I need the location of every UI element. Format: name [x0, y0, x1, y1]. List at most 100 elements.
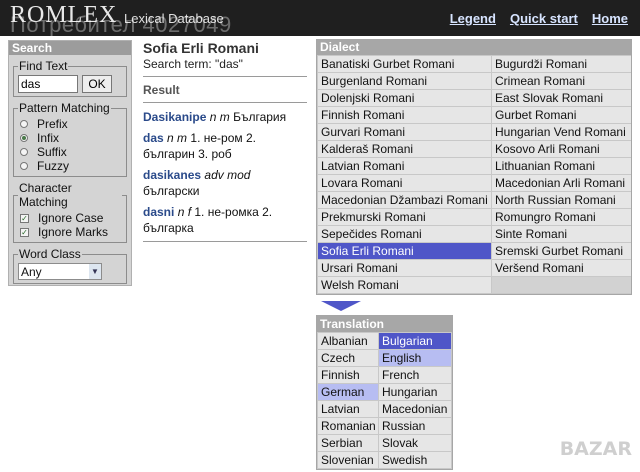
translation-grid: Albanian Bulgarian Czech English Finnish Fren…	[317, 332, 452, 469]
dialect-option[interactable]: Kalderaš Romani	[318, 141, 491, 157]
entry-headword[interactable]: das	[143, 131, 164, 145]
pattern-suffix-label: Suffix	[37, 145, 67, 159]
entry-pos: n m	[167, 131, 188, 145]
translation-language-option[interactable]: English	[379, 350, 451, 366]
dialect-option[interactable]: Macedonian Arli Romani	[492, 175, 631, 191]
dialect-option[interactable]: Dolenjski Romani	[318, 90, 491, 106]
radio-icon[interactable]	[20, 120, 28, 128]
pattern-prefix-label: Prefix	[37, 117, 68, 131]
dialect-option[interactable]: Ursari Romani	[318, 260, 491, 276]
pattern-infix-label: Infix	[37, 131, 60, 145]
dialect-option[interactable]: Lovara Romani	[318, 175, 491, 191]
search-term-text: Search term: "das"	[143, 57, 243, 71]
radio-selected-icon[interactable]	[20, 134, 28, 142]
ignore-case-option[interactable]: ✓ Ignore Case	[18, 211, 122, 225]
result-dialect-title: Sofia Erli Romani	[143, 40, 259, 56]
pattern-fuzzy-option[interactable]: Fuzzy	[18, 159, 122, 173]
find-text-input[interactable]	[18, 75, 78, 93]
dialect-option[interactable]: Gurvari Romani	[318, 124, 491, 140]
corner-watermark: BAZAR	[559, 438, 632, 460]
chevron-down-icon[interactable]: ▼	[89, 264, 101, 279]
top-header: ROMLEX Lexical Database Потребител 40270…	[0, 0, 640, 37]
translation-language-option[interactable]: Slovenian	[318, 452, 378, 468]
pattern-prefix-option[interactable]: Prefix	[18, 117, 122, 131]
search-panel-title: Search	[9, 41, 131, 55]
dialect-empty-cell	[492, 277, 631, 293]
result-entry: Dasikanipe n m България	[143, 109, 307, 125]
checkbox-checked-icon[interactable]: ✓	[20, 213, 29, 223]
result-panel: Sofia Erli Romani Search term: "das" Res…	[143, 40, 307, 248]
word-class-select[interactable]: Any ▼	[18, 263, 102, 280]
translation-language-option[interactable]: Russian	[379, 418, 451, 434]
dialect-option[interactable]: Sremski Gurbet Romani	[492, 243, 631, 259]
dialect-option[interactable]: Romungro Romani	[492, 209, 631, 225]
dialect-option[interactable]: Finnish Romani	[318, 107, 491, 123]
word-class-group: Word Class Any ▼	[13, 247, 127, 284]
dialect-option[interactable]: Kosovo Arli Romani	[492, 141, 631, 157]
radio-icon[interactable]	[20, 148, 28, 156]
translation-language-option[interactable]: Albanian	[318, 333, 378, 349]
translation-language-option[interactable]: Finnish	[318, 367, 378, 383]
nav-home-link[interactable]: Home	[592, 11, 628, 26]
ignore-marks-option[interactable]: ✓ Ignore Marks	[18, 225, 122, 239]
entry-pos: adv mod	[204, 168, 251, 182]
dialect-option[interactable]: Crimean Romani	[492, 73, 631, 89]
search-panel: Search Find Text OK Pattern Matching Pre…	[8, 40, 132, 286]
top-nav: Legend Quick start Home	[450, 11, 628, 26]
dialect-option[interactable]: Sepečides Romani	[318, 226, 491, 242]
translation-language-option[interactable]: German	[318, 384, 378, 400]
ok-button[interactable]: OK	[82, 75, 112, 93]
translation-language-option[interactable]: Serbian	[318, 435, 378, 451]
dialect-option[interactable]: North Russian Romani	[492, 192, 631, 208]
translation-language-option[interactable]: Swedish	[379, 452, 451, 468]
entry-headword[interactable]: dasikanes	[143, 168, 201, 182]
translation-language-option[interactable]: Hungarian	[379, 384, 451, 400]
dialect-option[interactable]: Gurbet Romani	[492, 107, 631, 123]
nav-legend-link[interactable]: Legend	[450, 11, 496, 26]
dialect-panel-title: Dialect	[317, 40, 631, 55]
pattern-suffix-option[interactable]: Suffix	[18, 145, 122, 159]
dialect-option[interactable]: Bugurdži Romani	[492, 56, 631, 72]
user-watermark: Потребител 4027049	[10, 12, 232, 37]
selection-pointer-icon	[321, 301, 361, 311]
translation-language-option[interactable]: Latvian	[318, 401, 378, 417]
radio-icon[interactable]	[20, 162, 28, 170]
dialect-option[interactable]: Veršend Romani	[492, 260, 631, 276]
character-matching-group: Character Matching ✓ Ignore Case ✓ Ignore …	[13, 181, 127, 243]
translation-language-option[interactable]: Bulgarian	[379, 333, 451, 349]
translation-language-option[interactable]: Slovak	[379, 435, 451, 451]
dialect-option[interactable]: Banatiski Gurbet Romani	[318, 56, 491, 72]
translation-language-option[interactable]: Czech	[318, 350, 378, 366]
dialect-grid: Banatiski Gurbet Romani Bugurdži Romani Bu…	[317, 55, 631, 294]
nav-quick-start-link[interactable]: Quick start	[510, 11, 578, 26]
checkbox-checked-icon[interactable]: ✓	[20, 227, 29, 237]
pattern-matching-legend: Pattern Matching	[19, 101, 110, 115]
translation-panel-title: Translation	[317, 316, 452, 332]
dialect-option[interactable]: Macedonian Džambazi Romani	[318, 192, 491, 208]
divider	[143, 102, 307, 103]
translation-panel: Translation Albanian Bulgarian Czech Englis…	[316, 315, 453, 470]
find-text-group: Find Text OK	[13, 59, 127, 97]
dialect-option[interactable]: Burgenland Romani	[318, 73, 491, 89]
dialect-option[interactable]: Hungarian Vend Romani	[492, 124, 631, 140]
dialect-option[interactable]: Sinte Romani	[492, 226, 631, 242]
dialect-option[interactable]: Prekmurski Romani	[318, 209, 491, 225]
dialect-option[interactable]: Sofia Erli Romani	[318, 243, 491, 259]
result-entry: dasni n f 1. не-ромка 2. българка	[143, 204, 307, 236]
entry-headword[interactable]: dasni	[143, 205, 174, 219]
ignore-marks-label: Ignore Marks	[38, 225, 109, 239]
entry-headword[interactable]: Dasikanipe	[143, 110, 206, 124]
dialect-option[interactable]: Latvian Romani	[318, 158, 491, 174]
word-class-legend: Word Class	[19, 247, 81, 261]
entry-gloss: български	[143, 184, 200, 198]
translation-language-option[interactable]: Romanian	[318, 418, 378, 434]
result-heading: Result	[143, 83, 180, 97]
pattern-infix-option[interactable]: Infix	[18, 131, 122, 145]
dialect-option[interactable]: Lithuanian Romani	[492, 158, 631, 174]
entry-gloss: България	[233, 110, 287, 124]
translation-language-option[interactable]: French	[379, 367, 451, 383]
dialect-option[interactable]: East Slovak Romani	[492, 90, 631, 106]
pattern-matching-group: Pattern Matching Prefix Infix Suffix Fuz…	[13, 101, 127, 177]
translation-language-option[interactable]: Macedonian	[379, 401, 451, 417]
dialect-option[interactable]: Welsh Romani	[318, 277, 491, 293]
